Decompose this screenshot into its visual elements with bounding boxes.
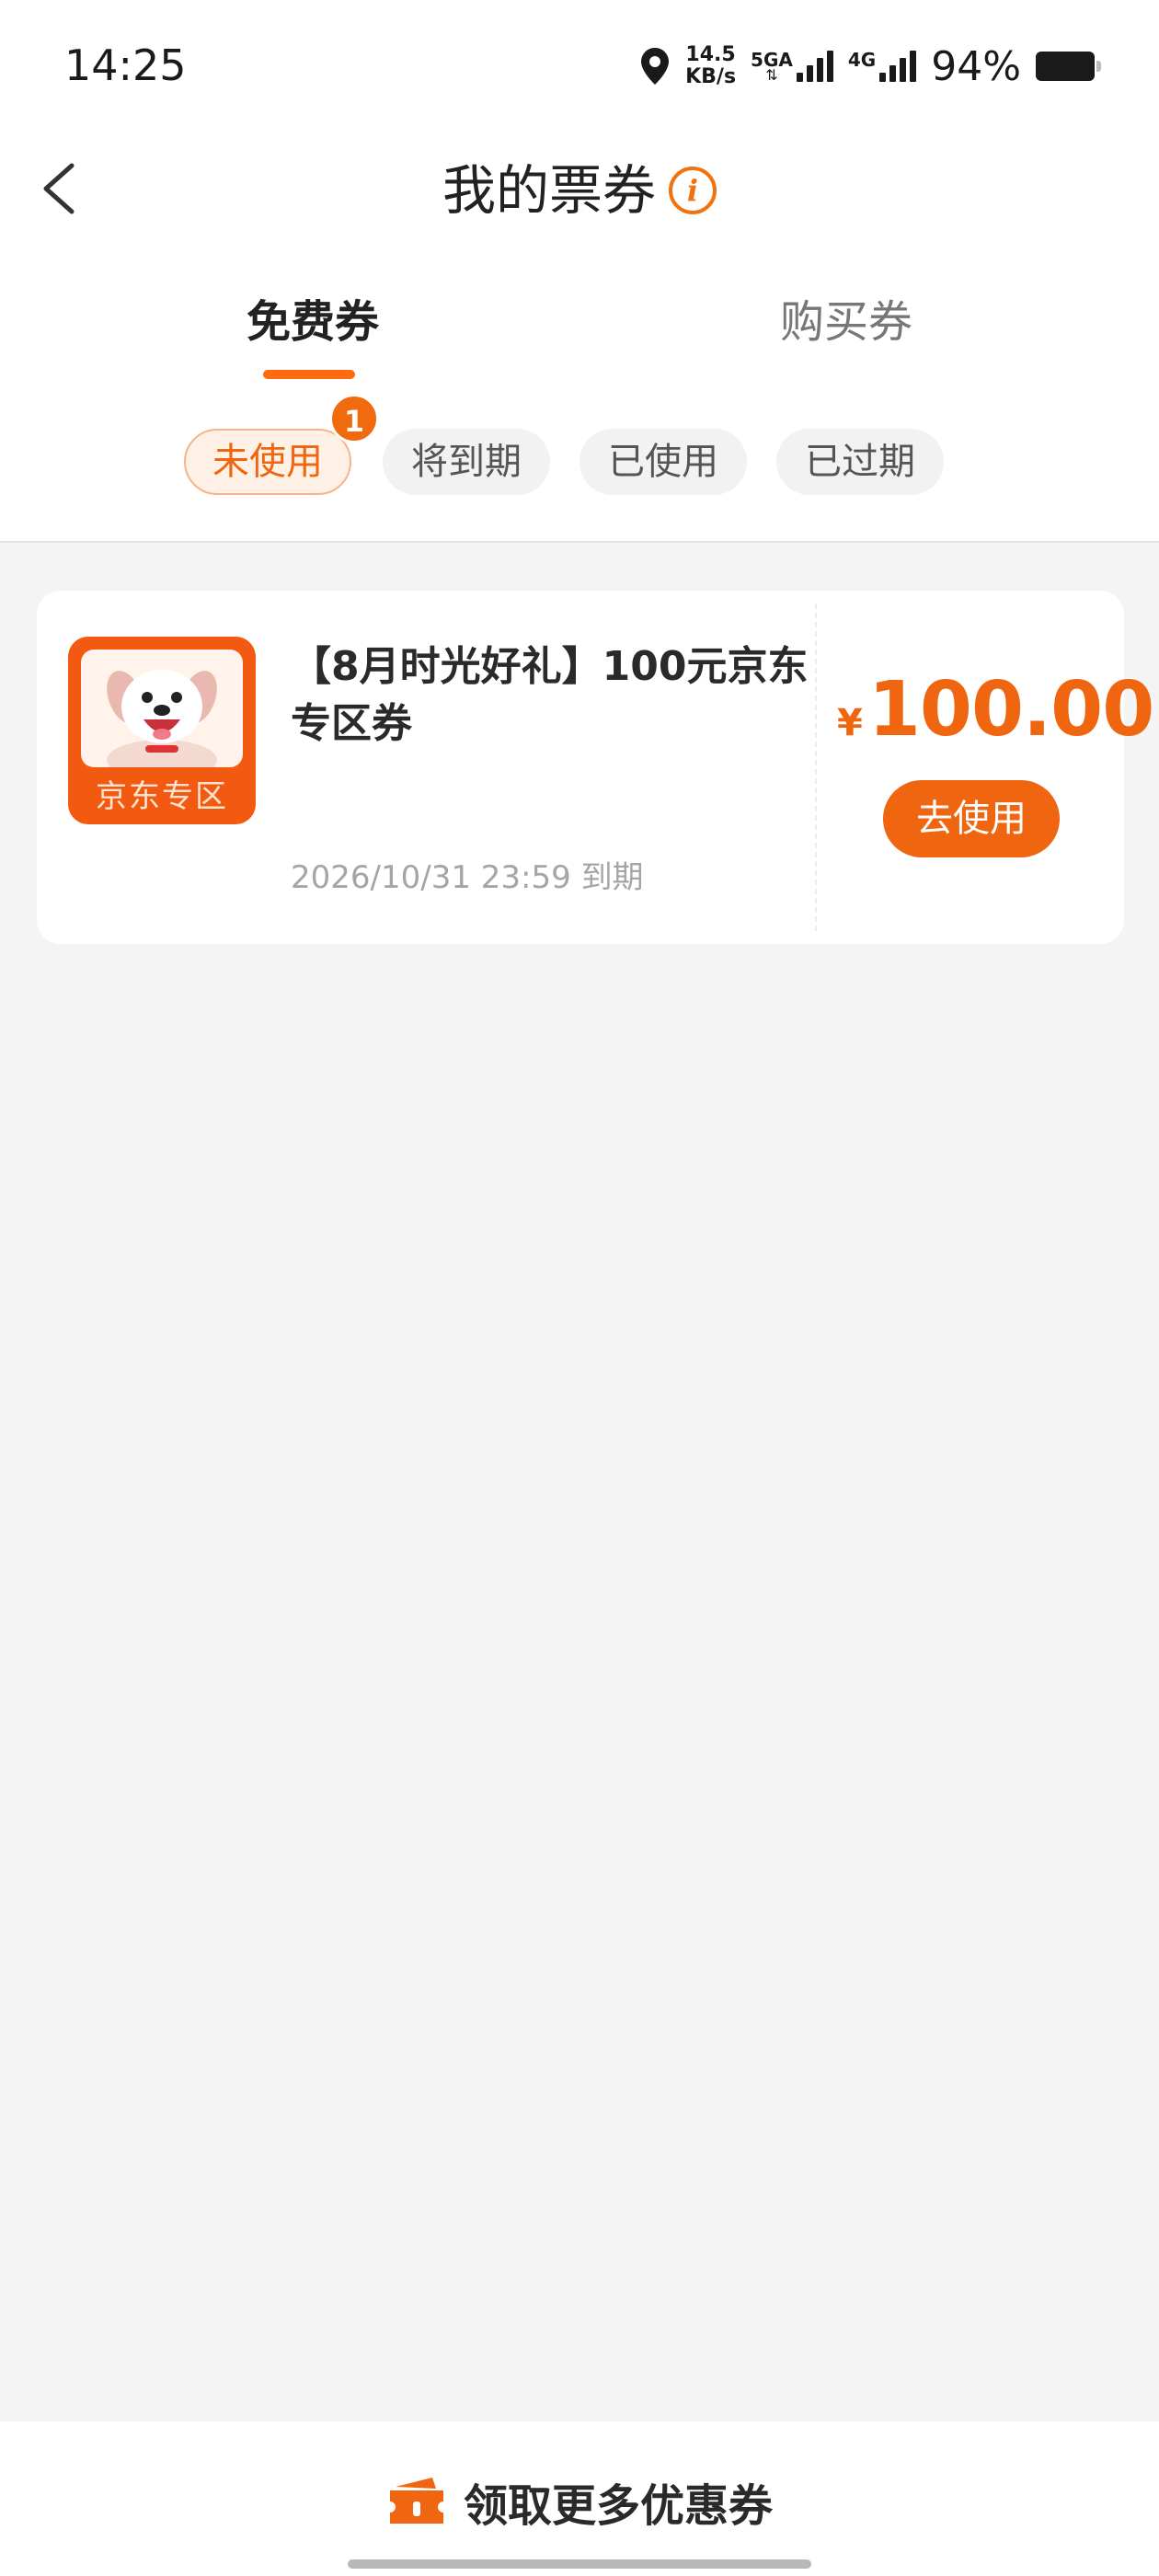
thumbnail-label: 京东专区 — [96, 778, 228, 815]
signal-icon — [796, 51, 833, 82]
network-speed: 14.5 KB/s — [685, 44, 736, 88]
battery-percent: 94% — [931, 42, 1021, 90]
dog-mascot-icon — [107, 670, 217, 780]
signal-sim2: 4G — [847, 49, 917, 82]
card-divider — [815, 604, 817, 931]
coupon-price: ¥ 100.00 — [837, 666, 1154, 753]
signal-sim1: 5GA ⇅ — [751, 51, 833, 84]
get-more-coupons-label: 领取更多优惠券 — [463, 2480, 773, 2532]
filter-expired[interactable]: 已过期 — [776, 429, 944, 495]
coupon-card[interactable]: 京东专区 【8月时光好礼】100元京东专区券 2026/10/31 23:59 … — [37, 591, 1154, 944]
page-title: 我的票券 — [442, 159, 656, 222]
home-indicator[interactable] — [348, 2559, 811, 2569]
filter-unused[interactable]: 未使用 — [184, 429, 351, 495]
mascot-image-area — [81, 650, 243, 780]
page-title-bar: 我的票券 i — [0, 158, 1159, 223]
location-icon — [641, 48, 670, 85]
battery-icon — [1036, 52, 1101, 81]
filter-expiring[interactable]: 将到期 — [383, 429, 550, 495]
info-icon[interactable]: i — [669, 167, 717, 214]
unused-count-badge: 1 — [329, 394, 379, 443]
network-speed-value: 14.5 — [685, 43, 736, 66]
coupon-thumbnail: 京东专区 — [68, 637, 256, 824]
tab-purchased-coupons[interactable]: 购买券 — [754, 293, 938, 351]
bottom-bar: 领取更多优惠券 — [0, 2421, 1159, 2576]
signal-sim2-label: 4G — [847, 49, 877, 71]
data-arrows-icon: ⇅ — [765, 66, 778, 84]
signal-icon — [879, 51, 917, 82]
coupon-ticket-icon — [389, 2478, 443, 2524]
price-currency: ¥ — [837, 702, 863, 744]
status-time: 14:25 — [64, 40, 187, 90]
filter-used[interactable]: 已使用 — [580, 429, 747, 495]
coupon-title: 【8月时光好礼】100元京东专区券 — [291, 643, 809, 747]
tab-active-indicator — [263, 370, 355, 379]
coupon-expiry: 2026/10/31 23:59 到期 — [291, 859, 644, 896]
network-speed-unit: KB/s — [685, 65, 737, 88]
status-bar-right: 14.5 KB/s 5GA ⇅ 4G 94% — [639, 39, 1101, 94]
use-coupon-button[interactable]: 去使用 — [883, 780, 1060, 857]
price-amount: 100.00 — [867, 666, 1154, 753]
tab-free-coupons[interactable]: 免费券 — [221, 293, 405, 351]
get-more-coupons-button[interactable]: 领取更多优惠券 — [0, 2469, 1159, 2534]
